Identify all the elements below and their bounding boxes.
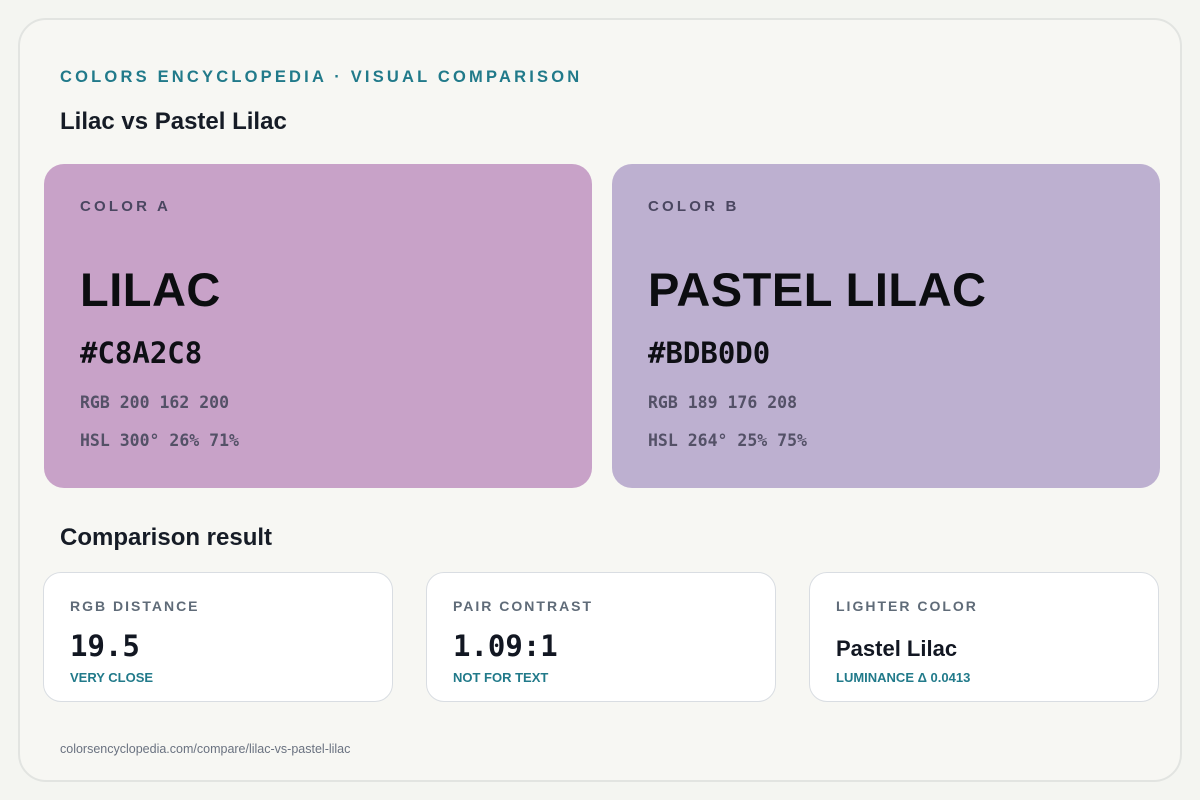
color-b-swatch: COLOR B PASTEL LILAC #BDB0D0 RGB 189 176… [612, 164, 1160, 488]
pair-contrast-note: NOT FOR TEXT [453, 670, 549, 685]
rgb-distance-label: RGB DISTANCE [70, 598, 200, 614]
color-a-rgb: RGB 200 162 200 [80, 393, 230, 412]
pair-contrast-card: PAIR CONTRAST 1.09:1 NOT FOR TEXT [426, 572, 776, 702]
color-b-hsl: HSL 264° 25% 75% [648, 431, 807, 450]
rgb-distance-value: 19.5 [70, 629, 140, 663]
color-b-name: PASTEL LILAC [648, 263, 987, 316]
color-b-tag: COLOR B [648, 198, 740, 215]
site-kicker: COLORS ENCYCLOPEDIA · VISUAL COMPARISON [60, 68, 583, 86]
rgb-distance-card: RGB DISTANCE 19.5 VERY CLOSE [43, 572, 393, 702]
comparison-card: COLORS ENCYCLOPEDIA · VISUAL COMPARISON … [18, 18, 1182, 782]
color-a-hsl: HSL 300° 26% 71% [80, 431, 239, 450]
comparison-section-title: Comparison result [60, 524, 273, 551]
color-a-hex: #C8A2C8 [80, 336, 203, 370]
color-b-rgb: RGB 189 176 208 [648, 393, 798, 412]
pair-contrast-value: 1.09:1 [453, 629, 558, 663]
lighter-color-label: LIGHTER COLOR [836, 598, 978, 614]
color-a-swatch: COLOR A LILAC #C8A2C8 RGB 200 162 200 HS… [44, 164, 592, 488]
lighter-color-card: LIGHTER COLOR Pastel Lilac LUMINANCE Δ 0… [809, 572, 1159, 702]
color-b-hex: #BDB0D0 [648, 336, 771, 370]
pair-contrast-label: PAIR CONTRAST [453, 598, 594, 614]
lighter-color-value: Pastel Lilac [836, 636, 958, 661]
rgb-distance-note: VERY CLOSE [70, 670, 154, 685]
color-a-tag: COLOR A [80, 198, 172, 215]
lighter-color-note: LUMINANCE Δ 0.0413 [836, 670, 971, 685]
color-a-name: LILAC [80, 263, 221, 316]
page-title: Lilac vs Pastel Lilac [60, 108, 287, 135]
source-url: colorsencyclopedia.com/compare/lilac-vs-… [60, 742, 351, 756]
